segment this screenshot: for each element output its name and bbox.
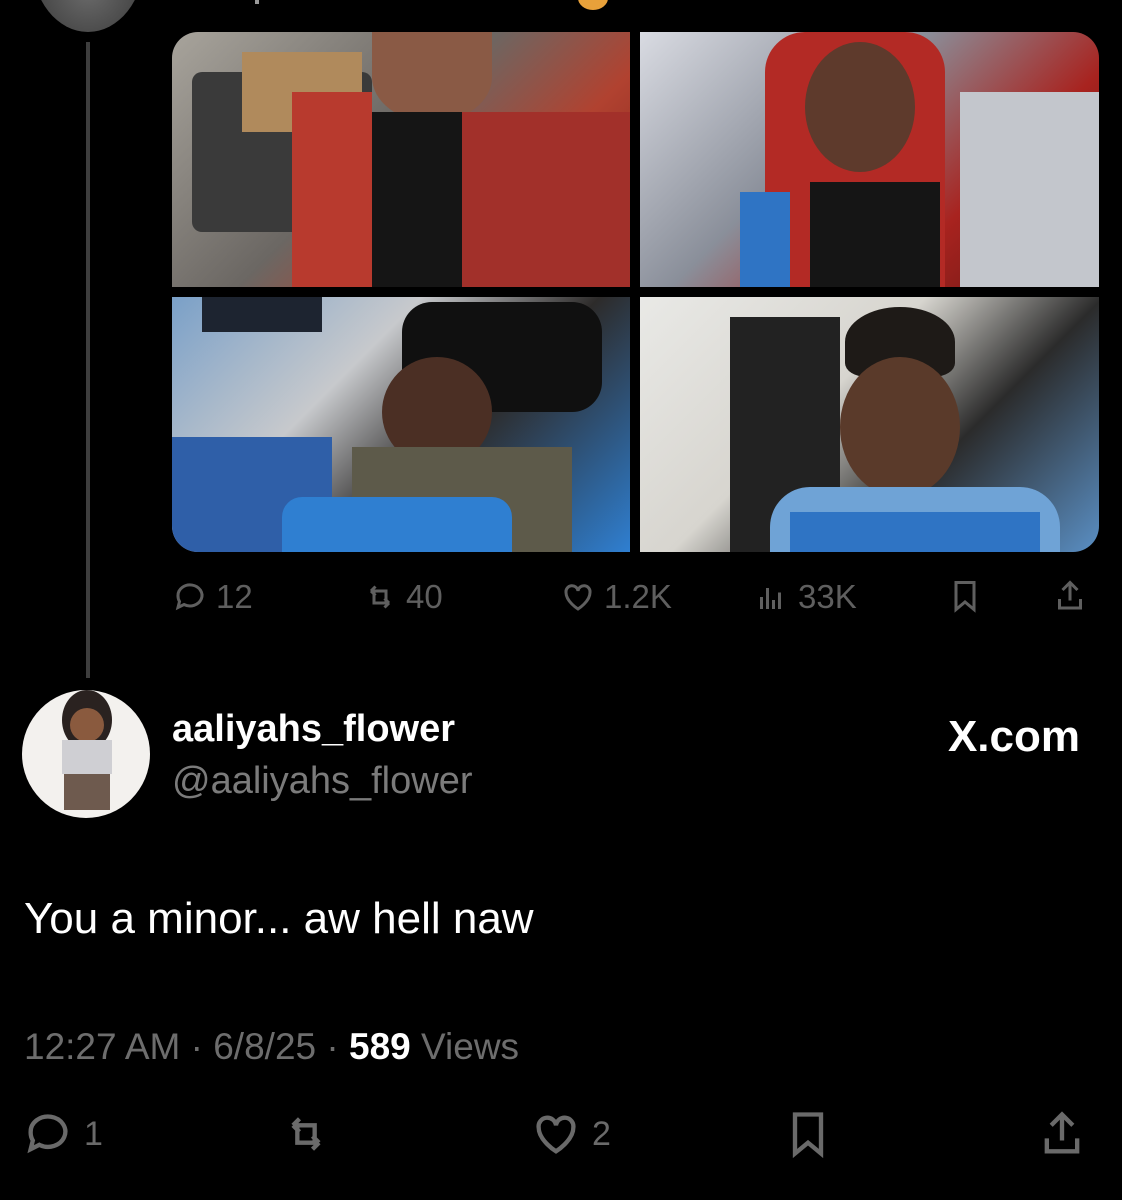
reply-action-bar: 1 2 bbox=[0, 1108, 1122, 1172]
share-button[interactable] bbox=[1036, 1108, 1088, 1160]
post-date[interactable]: 6/8/25 bbox=[213, 1026, 316, 1067]
reply-icon bbox=[27, 1114, 68, 1154]
share-icon bbox=[1058, 580, 1082, 610]
repost-icon bbox=[291, 1117, 321, 1151]
media-photo-3[interactable] bbox=[172, 297, 630, 552]
repost-button[interactable] bbox=[280, 1108, 342, 1160]
reply-button[interactable]: 1 bbox=[22, 1108, 103, 1160]
display-name[interactable]: aaliyahs_flower bbox=[172, 708, 455, 751]
views-label: Views bbox=[421, 1026, 520, 1067]
emoji-icon bbox=[578, 0, 608, 10]
repost-count: 40 bbox=[406, 578, 443, 615]
media-photo-4[interactable] bbox=[640, 297, 1099, 552]
bookmark-button[interactable] bbox=[947, 578, 983, 614]
reply-avatar[interactable] bbox=[22, 690, 150, 818]
analytics-icon bbox=[760, 588, 781, 609]
reply-button[interactable]: 12 bbox=[172, 578, 253, 616]
previous-text-fragment bbox=[255, 0, 259, 4]
media-photo-1[interactable] bbox=[172, 32, 630, 287]
media-grid bbox=[172, 32, 1099, 552]
bookmark-button[interactable] bbox=[782, 1108, 834, 1160]
post-meta: 12:27 AM · 6/8/25 · 589 Views bbox=[24, 1026, 519, 1068]
heart-icon bbox=[536, 1115, 576, 1154]
reply-icon bbox=[175, 583, 204, 611]
views-count: 33K bbox=[798, 578, 857, 615]
post-action-bar: 12 40 1.2K 33K bbox=[172, 578, 1099, 626]
views-number: 589 bbox=[349, 1026, 411, 1067]
share-button[interactable] bbox=[1052, 578, 1088, 614]
like-count: 1.2K bbox=[604, 578, 672, 615]
repost-icon bbox=[369, 585, 391, 609]
repost-button[interactable]: 40 bbox=[362, 578, 443, 616]
x-com-watermark: X.com bbox=[947, 712, 1080, 761]
user-handle[interactable]: @aaliyahs_flower bbox=[172, 760, 473, 803]
previous-avatar[interactable] bbox=[32, 0, 144, 32]
heart-icon bbox=[564, 584, 592, 611]
reply-count: 1 bbox=[84, 1114, 103, 1153]
bookmark-icon bbox=[954, 581, 976, 613]
separator: · bbox=[190, 1026, 214, 1067]
post-time[interactable]: 12:27 AM bbox=[24, 1026, 180, 1067]
bookmark-icon bbox=[792, 1112, 824, 1159]
share-icon bbox=[1044, 1111, 1080, 1154]
like-count: 2 bbox=[592, 1114, 611, 1153]
like-button[interactable]: 2 bbox=[530, 1108, 611, 1160]
views-button[interactable]: 33K bbox=[754, 578, 857, 616]
reply-text: You a minor... aw hell naw bbox=[24, 894, 534, 943]
separator: · bbox=[326, 1026, 349, 1067]
media-photo-2[interactable] bbox=[640, 32, 1099, 287]
thread-connector-line bbox=[86, 42, 90, 678]
reply-count: 12 bbox=[216, 578, 253, 615]
like-button[interactable]: 1.2K bbox=[560, 578, 672, 616]
